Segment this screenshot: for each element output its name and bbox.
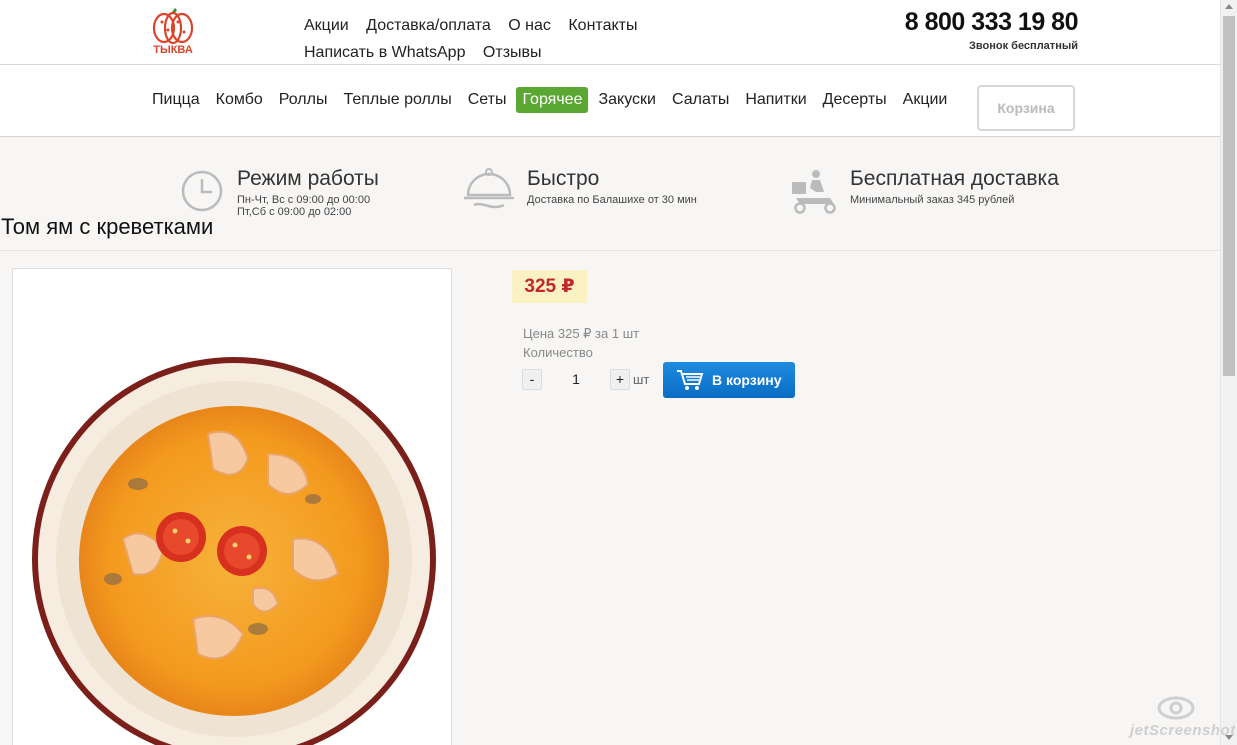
menu-item-sets[interactable]: Сеты [462, 87, 513, 113]
nav-link-contacts[interactable]: Контакты [568, 12, 637, 39]
quantity-minus-button[interactable]: - [522, 369, 542, 390]
scroll-thumb[interactable] [1223, 16, 1235, 376]
cart-icon [677, 370, 704, 390]
product-title: Том ям с креветками [1, 214, 214, 239]
info-delivery-title: Бесплатная доставка [850, 167, 1059, 190]
menu-item-drinks[interactable]: Напитки [739, 87, 812, 113]
info-hours-line2: Пт,Сб с 09:00 до 02:00 [237, 206, 352, 218]
courier-scooter-icon [792, 170, 836, 214]
cloche-icon [464, 168, 514, 209]
menu-item-desserts[interactable]: Десерты [817, 87, 893, 113]
info-hours-title: Режим работы [237, 167, 379, 190]
menu-item-combo[interactable]: Комбо [210, 87, 269, 113]
menu-item-hot[interactable]: Горячее [516, 87, 589, 113]
top-header: ТЫКВА Акции Доставка/оплата О нас Контак… [0, 0, 1220, 65]
pumpkin-icon [152, 8, 194, 45]
add-to-cart-label: В корзину [712, 372, 782, 388]
add-to-cart-button[interactable]: В корзину [663, 362, 795, 398]
info-fast-line1: Доставка по Балашихе от 30 мин [527, 194, 697, 206]
quantity-unit: шт [633, 372, 650, 387]
eye-logo-icon [1157, 696, 1195, 720]
menu-item-warm-rolls[interactable]: Теплые роллы [337, 87, 457, 113]
category-menu: Пицца Комбо Роллы Теплые роллы Сеты Горя… [146, 87, 957, 113]
pumpkin-logo[interactable]: ТЫКВА [150, 8, 196, 58]
nav-link-promotions[interactable]: Акции [304, 12, 349, 39]
phone-note: Звонок бесплатный [969, 40, 1078, 52]
watermark: jetScreenshot [1130, 692, 1235, 742]
quantity-input[interactable]: 1 [556, 369, 596, 390]
nav-link-about[interactable]: О нас [508, 12, 551, 39]
menu-item-pizza[interactable]: Пицца [146, 87, 206, 113]
info-delivery: Бесплатная доставка Минимальный заказ 34… [850, 167, 1059, 206]
category-menu-bar: Пицца Комбо Роллы Теплые роллы Сеты Горя… [0, 65, 1220, 137]
info-delivery-line1: Минимальный заказ 345 рублей [850, 194, 1015, 206]
menu-item-salads[interactable]: Салаты [666, 87, 735, 113]
info-fast-title: Быстро [527, 167, 600, 190]
vertical-scrollbar[interactable] [1220, 0, 1237, 745]
scroll-up-arrow-icon[interactable] [1225, 4, 1233, 9]
unit-price: Цена 325 ₽ за 1 шт [523, 326, 640, 341]
info-hours-line1: Пн-Чт, Вс с 09:00 до 00:00 [237, 194, 371, 206]
info-fast: Быстро Доставка по Балашихе от 30 мин [527, 167, 697, 206]
menu-item-promotions[interactable]: Акции [897, 87, 954, 113]
info-hours: Режим работы Пн-Чт, Вс с 09:00 до 00:00 … [237, 167, 379, 218]
nav-link-delivery[interactable]: Доставка/оплата [366, 12, 491, 39]
phone-number[interactable]: 8 800 333 19 80 [905, 8, 1079, 37]
product-image [12, 268, 452, 745]
quantity-plus-button[interactable]: + [610, 369, 630, 390]
cart-button[interactable]: Корзина [977, 85, 1075, 131]
watermark-text: jetScreenshot [1130, 722, 1236, 739]
nav-link-whatsapp[interactable]: Написать в WhatsApp [304, 39, 465, 66]
menu-item-rolls[interactable]: Роллы [273, 87, 334, 113]
logo-text: ТЫКВА [153, 44, 193, 56]
clock-icon [181, 170, 223, 212]
top-nav: Акции Доставка/оплата О нас Контакты Нап… [304, 12, 824, 66]
menu-item-snacks[interactable]: Закуски [592, 87, 662, 113]
soup-bowl-image [32, 357, 436, 745]
quantity-label: Количество [523, 345, 593, 360]
nav-link-reviews[interactable]: Отзывы [483, 39, 542, 66]
product-price: 325 ₽ [512, 270, 587, 303]
